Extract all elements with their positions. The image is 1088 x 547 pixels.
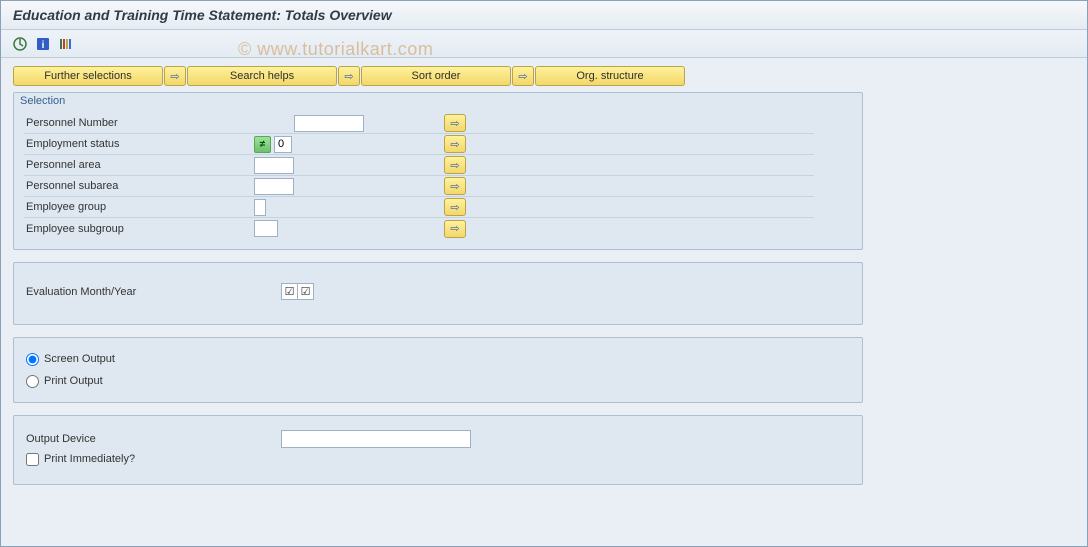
sort-order-button[interactable]: Sort order — [361, 66, 511, 86]
svg-text:i: i — [42, 40, 45, 51]
print-immediately-checkbox[interactable] — [26, 453, 39, 466]
arrow-right-icon: ⇨ — [450, 138, 459, 151]
multiple-selection-button[interactable]: ⇨ — [444, 198, 466, 216]
field-label: Employment status — [24, 134, 254, 155]
field-label: Personnel subarea — [24, 176, 254, 197]
screen-output-radio[interactable] — [26, 353, 39, 366]
checkbox-label: Print Immediately? — [44, 453, 135, 465]
arrow-right-icon: ⇨ — [450, 180, 459, 193]
employee-group-input[interactable] — [254, 199, 266, 216]
arrow-button[interactable]: ⇨ — [512, 66, 534, 86]
page-title: Education and Training Time Statement: T… — [1, 1, 1087, 30]
row-personnel-subarea: Personnel subarea ⇨ — [24, 176, 852, 197]
multiple-selection-button[interactable]: ⇨ — [444, 114, 466, 132]
screen-output-option[interactable]: Screen Output — [24, 348, 852, 370]
output-mode-group: Screen Output Print Output — [13, 337, 863, 403]
radio-label: Print Output — [44, 375, 103, 387]
selection-group: Selection Personnel Number ⇨ Employment … — [13, 92, 863, 250]
field-label: Evaluation Month/Year — [26, 286, 281, 298]
arrow-button[interactable]: ⇨ — [164, 66, 186, 86]
employee-subgroup-input[interactable] — [254, 220, 278, 237]
row-employment-status: Employment status ≠ ⇨ — [24, 134, 852, 155]
print-output-radio[interactable] — [26, 375, 39, 388]
not-equal-indicator[interactable]: ≠ — [254, 136, 271, 153]
field-label: Employee group — [24, 197, 254, 218]
radio-label: Screen Output — [44, 353, 115, 365]
arrow-right-icon: ⇨ — [450, 222, 459, 235]
employment-status-input[interactable] — [274, 136, 292, 153]
personnel-number-input[interactable] — [294, 115, 364, 132]
output-device-group: Output Device Print Immediately? — [13, 415, 863, 485]
row-personnel-area: Personnel area ⇨ — [24, 155, 852, 176]
field-label: Personnel Number — [24, 113, 254, 134]
search-helps-button[interactable]: Search helps — [187, 66, 337, 86]
row-employee-subgroup: Employee subgroup ⇨ — [24, 218, 852, 239]
content-area: Further selections ⇨ Search helps ⇨ Sort… — [1, 58, 1087, 546]
year-checkbox[interactable]: ☑ — [297, 283, 314, 300]
multiple-selection-button[interactable]: ⇨ — [444, 156, 466, 174]
further-selections-button[interactable]: Further selections — [13, 66, 163, 86]
group-legend: Selection — [20, 93, 852, 113]
app-window: Education and Training Time Statement: T… — [0, 0, 1088, 547]
variant-icon[interactable] — [57, 35, 75, 53]
arrow-right-icon: ⇨ — [518, 70, 527, 83]
multiple-selection-button[interactable]: ⇨ — [444, 220, 466, 238]
evaluation-group: Evaluation Month/Year ☑ ☑ — [13, 262, 863, 325]
personnel-area-input[interactable] — [254, 157, 294, 174]
output-device-input[interactable] — [281, 430, 471, 448]
multiple-selection-button[interactable]: ⇨ — [444, 177, 466, 195]
field-label: Personnel area — [24, 155, 254, 176]
arrow-right-icon: ⇨ — [450, 117, 459, 130]
row-personnel-number: Personnel Number ⇨ — [24, 113, 852, 134]
arrow-right-icon: ⇨ — [450, 159, 459, 172]
field-label: Output Device — [26, 433, 281, 445]
org-structure-button[interactable]: Org. structure — [535, 66, 685, 86]
arrow-right-icon: ⇨ — [450, 201, 459, 214]
arrow-button[interactable]: ⇨ — [338, 66, 360, 86]
row-employee-group: Employee group ⇨ — [24, 197, 852, 218]
app-toolbar: i — [1, 30, 1087, 58]
info-icon[interactable]: i — [34, 35, 52, 53]
arrow-right-icon: ⇨ — [344, 70, 353, 83]
multiple-selection-button[interactable]: ⇨ — [444, 135, 466, 153]
execute-icon[interactable] — [11, 35, 29, 53]
selection-buttons: Further selections ⇨ Search helps ⇨ Sort… — [13, 66, 1075, 86]
print-output-option[interactable]: Print Output — [24, 370, 852, 392]
month-checkbox[interactable]: ☑ — [281, 283, 298, 300]
field-label: Employee subgroup — [24, 218, 254, 239]
personnel-subarea-input[interactable] — [254, 178, 294, 195]
arrow-right-icon: ⇨ — [170, 70, 179, 83]
